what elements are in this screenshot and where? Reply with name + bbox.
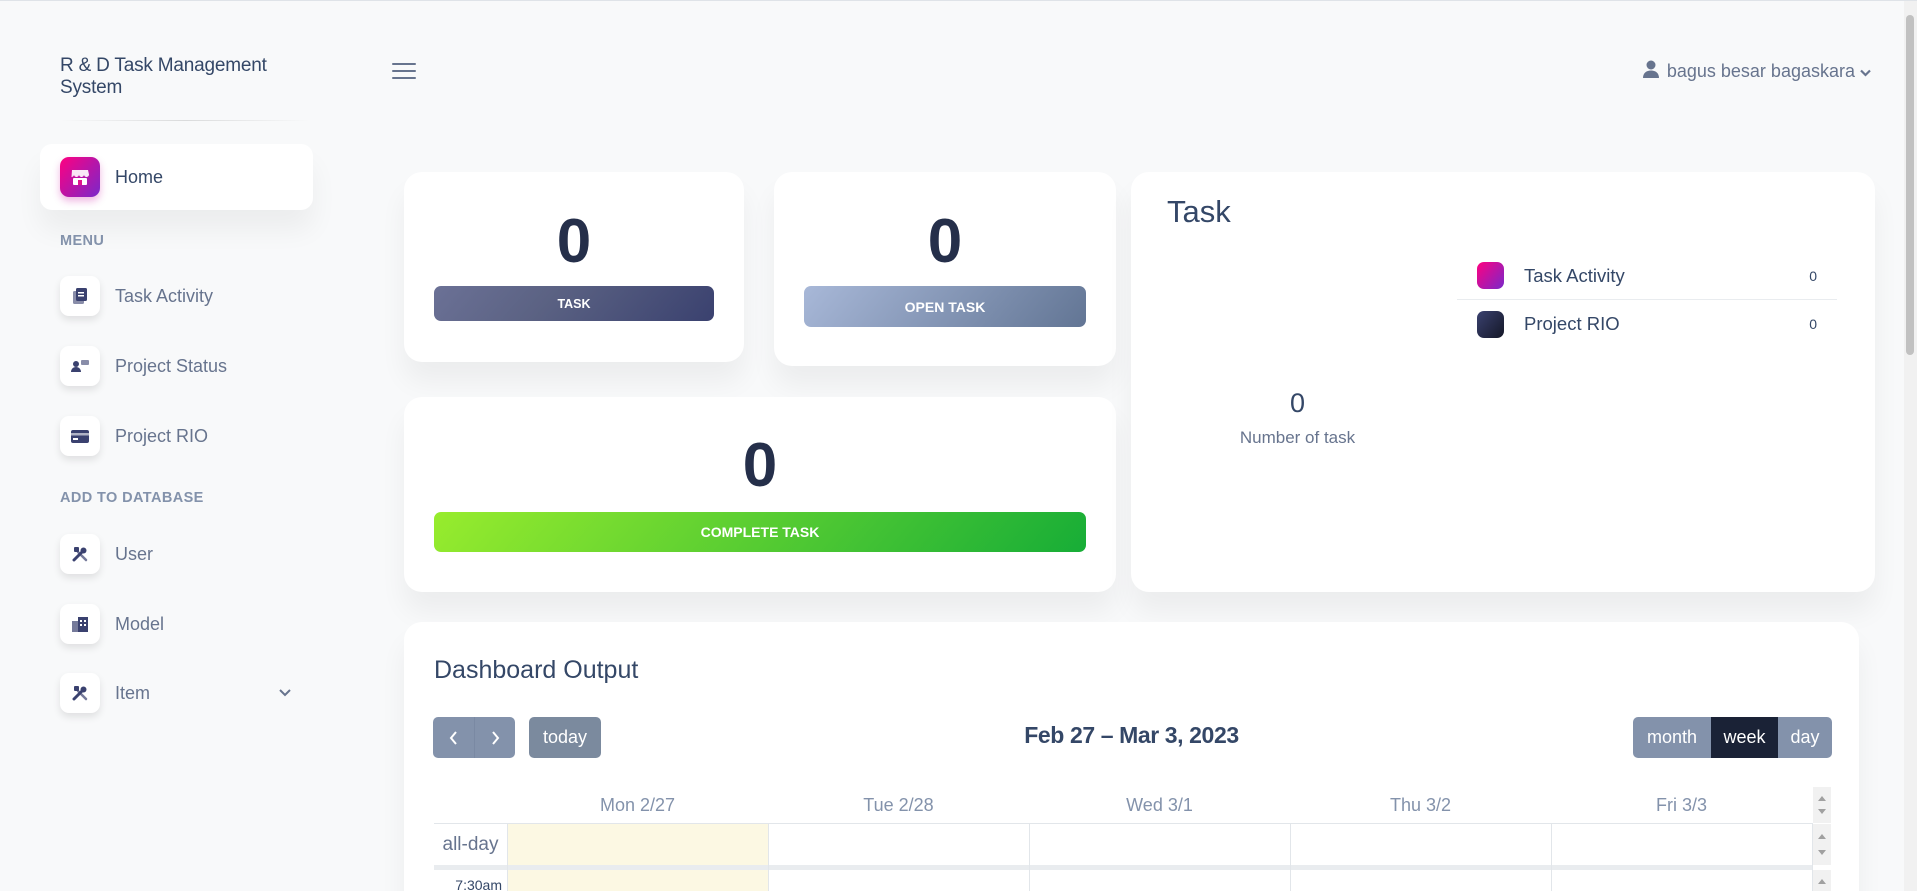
hamburger-line xyxy=(392,63,416,65)
open-task-card: 0 OPEN TASK xyxy=(774,172,1116,366)
hamburger-line xyxy=(392,77,416,79)
credit-card-icon xyxy=(60,416,100,456)
legend-name: Task Activity xyxy=(1524,264,1625,286)
task-card-title: Task xyxy=(1167,194,1231,229)
sidebar-item-project-rio[interactable]: Project RIO xyxy=(40,403,313,469)
app-brand-title[interactable]: R & D Task Management System xyxy=(60,55,313,99)
open-task-count: 0 xyxy=(927,207,963,276)
calendar-view-week-button[interactable]: week xyxy=(1711,717,1778,758)
task-count-card: 0 TASK xyxy=(404,172,744,362)
calendar-view-day-button[interactable]: day xyxy=(1778,717,1832,758)
sidebar-item-project-status[interactable]: Project Status xyxy=(40,333,313,399)
tools-icon xyxy=(60,673,100,713)
open-task-bar[interactable]: OPEN TASK xyxy=(804,286,1086,327)
complete-task-card: 0 COMPLETE TASK xyxy=(404,397,1116,592)
building-icon xyxy=(60,604,100,644)
sidebar-item-label: Task Activity xyxy=(115,285,214,306)
user-menu[interactable]: bagus besar bagaskara xyxy=(1642,60,1871,83)
allday-label: all-day xyxy=(442,834,499,855)
chevron-down-icon xyxy=(1860,61,1871,82)
user-icon xyxy=(1642,60,1659,83)
brand-divider xyxy=(60,120,310,121)
time-slot-label: 7:30am xyxy=(455,877,502,891)
sidebar-item-home[interactable]: Home xyxy=(40,144,313,210)
number-of-task-value: 0 xyxy=(1289,388,1306,418)
time-grid-scrollbar[interactable] xyxy=(1813,870,1831,891)
legend-name: Project RIO xyxy=(1524,313,1620,334)
sidebar-item-model[interactable]: Model xyxy=(40,591,313,657)
database-section-heading: ADD TO DATABASE xyxy=(60,490,204,506)
calendar-view-month-button[interactable]: month xyxy=(1633,717,1711,758)
day-header: Fri 3/3 xyxy=(1655,795,1707,815)
complete-task-bar[interactable]: COMPLETE TASK xyxy=(434,512,1086,552)
shop-icon xyxy=(60,157,100,197)
sidebar-item-item[interactable]: Item xyxy=(40,660,313,726)
allday-divider xyxy=(434,865,1813,870)
today-allday-cell[interactable] xyxy=(507,824,768,865)
legend-swatch xyxy=(1477,262,1504,289)
today-time-cell[interactable] xyxy=(507,870,768,891)
legend-swatch xyxy=(1477,310,1504,338)
legend-value: 0 xyxy=(1809,267,1817,284)
number-of-task-label: Number of task xyxy=(1239,428,1356,447)
task-summary-card: Task 0 Number of task Task Activity 0 Pr… xyxy=(1131,172,1875,592)
sidebar-item-label: User xyxy=(115,543,154,564)
day-header: Thu 3/2 xyxy=(1389,795,1452,815)
grid-line xyxy=(1290,823,1291,891)
sidebar-item-label: Model xyxy=(115,613,165,634)
sidebar-item-label: Project Status xyxy=(115,355,228,376)
legend-value: 0 xyxy=(1809,316,1817,332)
sidebar-item-label: Project RIO xyxy=(115,425,209,446)
dashboard-output-card: Dashboard Output today Feb 27 – Mar 3, 2… xyxy=(404,622,1859,891)
user-name: bagus besar bagaskara xyxy=(1666,61,1855,81)
menu-section-heading: MENU xyxy=(60,233,105,249)
grid-line xyxy=(768,823,769,891)
sidebar-item-user[interactable]: User xyxy=(40,521,313,587)
user-card-icon xyxy=(60,346,100,386)
sidebar-toggle-button[interactable] xyxy=(392,63,416,81)
chevron-down-icon[interactable] xyxy=(279,684,291,702)
grid-line xyxy=(1551,823,1552,891)
page-scrollbar[interactable] xyxy=(1904,1,1917,891)
header-scrollbar[interactable] xyxy=(1813,787,1831,823)
day-header: Mon 2/27 xyxy=(599,795,676,815)
complete-task-count: 0 xyxy=(742,431,778,500)
day-header: Tue 2/28 xyxy=(863,795,934,815)
allday-scrollbar[interactable] xyxy=(1813,824,1831,865)
day-header: Wed 3/1 xyxy=(1126,795,1193,815)
legend-item-task-activity: Task Activity 0 xyxy=(1457,252,1837,300)
sidebar-item-label: Home xyxy=(115,166,164,187)
sidebar: R & D Task Management System Home MENU T… xyxy=(40,1,313,891)
document-icon xyxy=(60,276,100,316)
grid-line xyxy=(1029,823,1030,891)
calendar-title: Dashboard Output xyxy=(434,656,639,684)
task-count: 0 xyxy=(556,207,592,276)
task-bar[interactable]: TASK xyxy=(434,286,714,321)
grid-line xyxy=(507,823,508,891)
sidebar-item-task-activity[interactable]: Task Activity xyxy=(40,263,313,329)
tools-icon xyxy=(60,534,100,574)
page-scrollbar-thumb[interactable] xyxy=(1906,15,1914,355)
hamburger-line xyxy=(392,70,416,72)
sidebar-item-label: Item xyxy=(115,682,151,703)
legend-item-project-rio: Project RIO 0 xyxy=(1457,300,1837,348)
